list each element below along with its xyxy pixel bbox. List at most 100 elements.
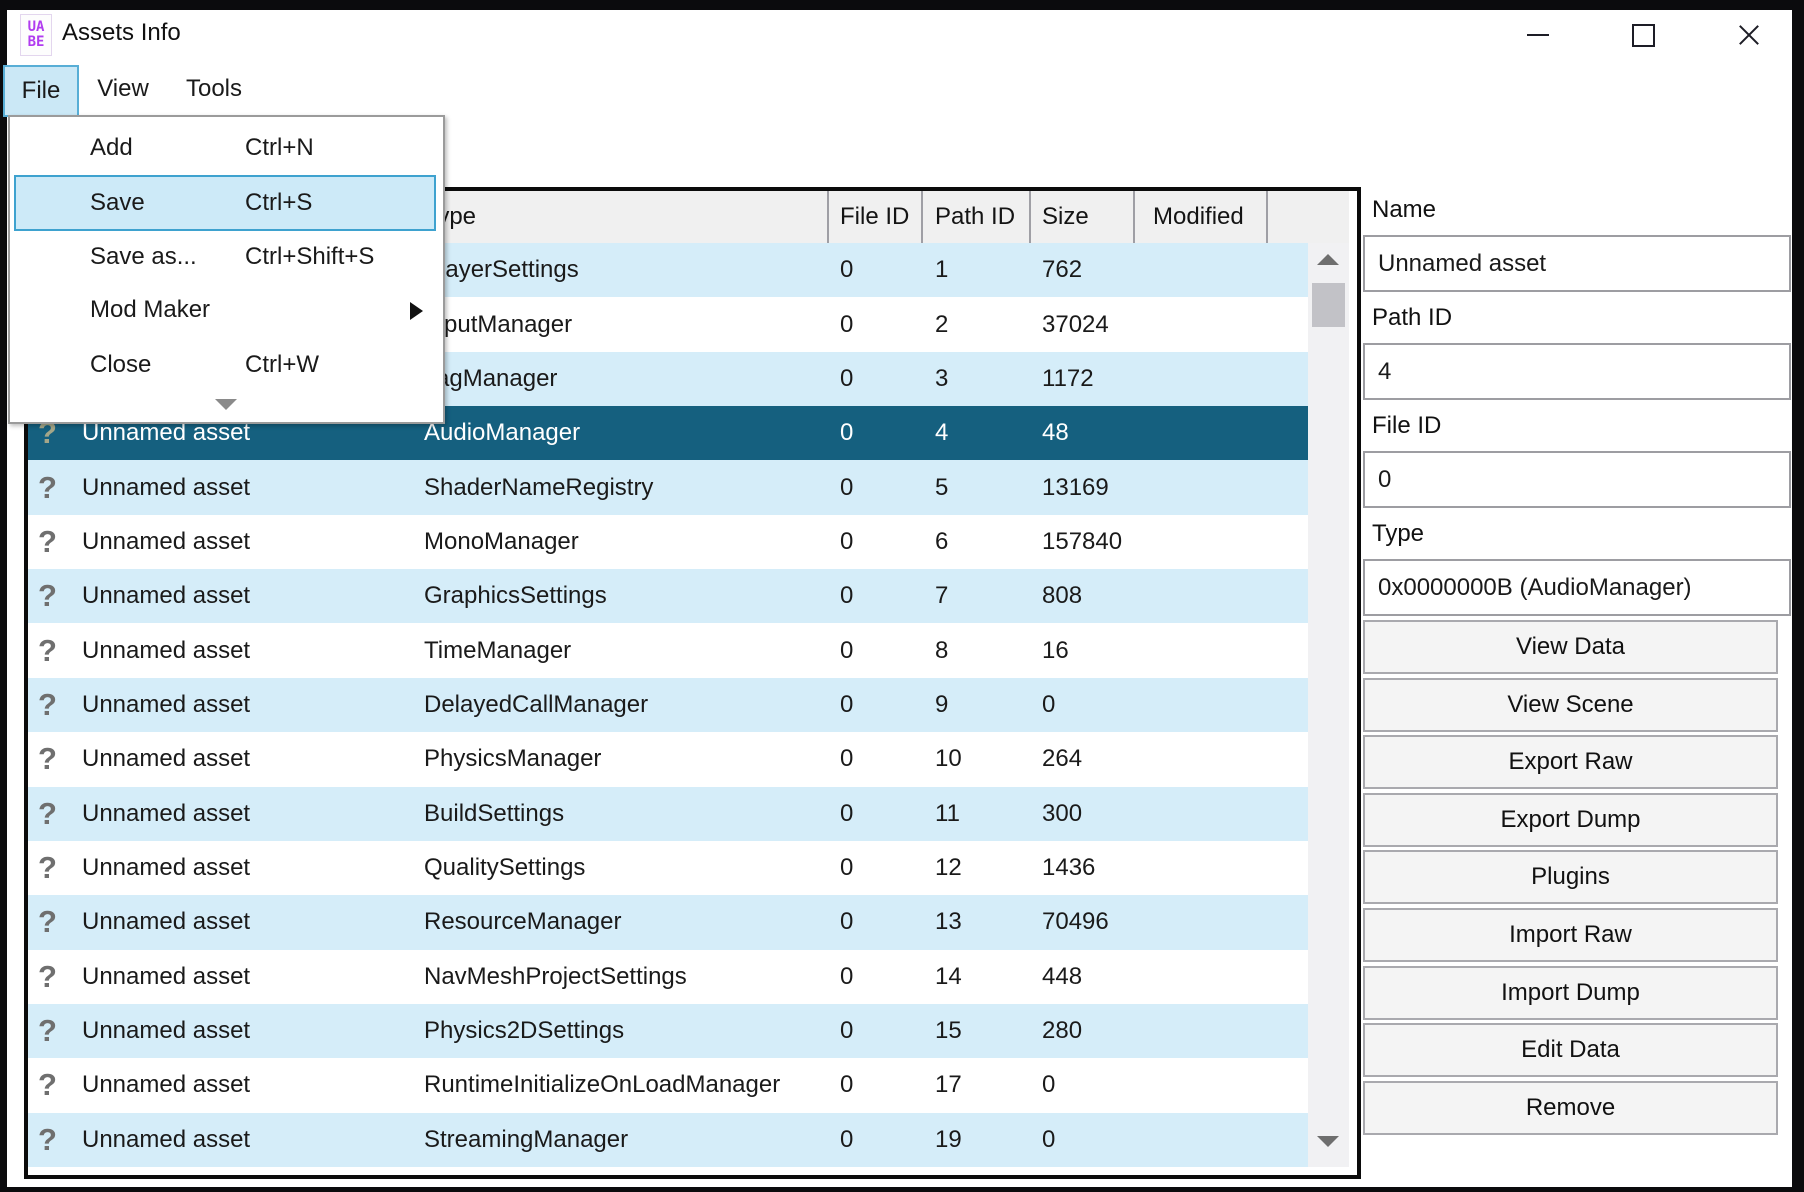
header-path-id[interactable]: Path ID (935, 191, 1015, 243)
table-row[interactable]: ? Unnamed asset BuildSettings 0 11 300 (28, 786, 1308, 841)
header-modified[interactable]: Modified (1153, 191, 1244, 243)
row-name: Unnamed asset (82, 473, 251, 501)
question-mark-icon: ? (38, 741, 57, 777)
titlebar: UA BE Assets Info (7, 10, 1792, 65)
row-type: InputManager (424, 310, 573, 338)
file-menu-item-add[interactable]: Add Ctrl+N (12, 122, 437, 174)
table-row[interactable]: ? Unnamed asset RuntimeInitializeOnLoadM… (28, 1058, 1308, 1113)
row-name: Unnamed asset (82, 690, 251, 718)
row-path-id: 4 (935, 419, 949, 447)
header-size[interactable]: Size (1042, 191, 1089, 243)
name-input[interactable]: Unnamed asset (1363, 235, 1791, 292)
menu-item-label: Save (90, 189, 145, 216)
row-file-id: 0 (840, 364, 854, 392)
row-path-id: 8 (935, 636, 949, 664)
maximize-button[interactable] (1615, 10, 1671, 60)
row-path-id: 19 (935, 1125, 962, 1153)
table-row[interactable]: ? Unnamed asset DelayedCallManager 0 9 0 (28, 677, 1308, 733)
file-id-input[interactable]: 0 (1363, 451, 1791, 508)
type-input[interactable]: 0x0000000B (AudioManager) (1363, 559, 1791, 616)
menu-item-shortcut: Ctrl+S (245, 189, 313, 216)
table-row[interactable]: ? Unnamed asset PhysicsManager 0 10 264 (28, 732, 1308, 787)
row-file-id: 0 (840, 690, 854, 718)
import-raw-button[interactable]: Import Raw (1363, 907, 1778, 962)
row-name: Unnamed asset (82, 799, 251, 827)
table-row[interactable]: ? Unnamed asset NavMeshProjectSettings 0… (28, 949, 1308, 1004)
name-label: Name (1372, 196, 1437, 223)
row-path-id: 6 (935, 527, 949, 555)
export-dump-button[interactable]: Export Dump (1363, 792, 1778, 847)
row-size: 16 (1042, 636, 1069, 664)
menu-item-label: Mod Maker (90, 296, 211, 323)
file-menu-item-save-as[interactable]: Save as... Ctrl+Shift+S (12, 231, 437, 283)
menu-item-shortcut: Ctrl+Shift+S (245, 243, 375, 270)
row-size: 0 (1042, 690, 1056, 718)
row-type: RuntimeInitializeOnLoadManager (424, 1071, 781, 1099)
path-id-value: 4 (1378, 357, 1392, 385)
minimize-button[interactable] (1510, 10, 1566, 60)
close-button[interactable] (1721, 10, 1777, 60)
row-path-id: 7 (935, 582, 949, 610)
row-size: 448 (1042, 962, 1083, 990)
row-file-id: 0 (840, 256, 854, 284)
question-mark-icon: ? (38, 958, 57, 994)
edit-data-button[interactable]: Edit Data (1363, 1023, 1778, 1078)
scroll-up-icon[interactable] (1317, 254, 1339, 265)
row-path-id: 14 (935, 962, 962, 990)
row-file-id: 0 (840, 419, 854, 447)
menu-tools-label: Tools (185, 75, 243, 102)
question-mark-icon: ? (38, 1067, 57, 1103)
menu-item-label: Add (90, 134, 133, 161)
column-separator (827, 191, 829, 243)
file-menu-item-close[interactable]: Close Ctrl+W (12, 339, 437, 391)
file-menu-item-mod-maker[interactable]: Mod Maker (12, 284, 437, 336)
table-row[interactable]: ? Unnamed asset TimeManager 0 8 16 (28, 623, 1308, 678)
menubar: File View Tools (3, 65, 1792, 117)
export-raw-button[interactable]: Export Raw (1363, 735, 1778, 790)
remove-button[interactable]: Remove (1363, 1080, 1778, 1135)
row-path-id: 3 (935, 364, 949, 392)
menu-view[interactable]: View (87, 65, 159, 113)
row-path-id: 17 (935, 1071, 962, 1099)
view-scene-button[interactable]: View Scene (1363, 677, 1778, 732)
row-name: Unnamed asset (82, 582, 251, 610)
table-row[interactable]: ? Unnamed asset QualitySettings 0 12 143… (28, 840, 1308, 896)
file-id-value: 0 (1378, 465, 1392, 493)
path-id-input[interactable]: 4 (1363, 343, 1791, 400)
row-path-id: 5 (935, 473, 949, 501)
row-file-id: 0 (840, 473, 854, 501)
maximize-icon (1631, 23, 1655, 47)
header-file-id[interactable]: File ID (840, 191, 909, 243)
menu-view-label: View (97, 75, 149, 102)
menu-file[interactable]: File (3, 65, 79, 117)
screen: UA BE Assets Info File View Tools Type F… (0, 0, 1804, 1192)
column-separator (921, 191, 923, 243)
assets-info-window: UA BE Assets Info File View Tools Type F… (3, 10, 1792, 1187)
scroll-down-icon[interactable] (1317, 1136, 1339, 1147)
menu-scroll-down-icon[interactable] (215, 399, 237, 410)
table-row[interactable]: ? Unnamed asset MonoManager 0 6 157840 (28, 514, 1308, 570)
row-size: 300 (1042, 799, 1083, 827)
vertical-scrollbar[interactable] (1308, 243, 1349, 1167)
plugins-button[interactable]: Plugins (1363, 850, 1778, 905)
table-row[interactable]: ? Unnamed asset Physics2DSettings 0 15 2… (28, 1003, 1308, 1059)
scrollbar-thumb[interactable] (1312, 283, 1345, 327)
row-size: 762 (1042, 256, 1083, 284)
row-size: 157840 (1042, 527, 1123, 555)
question-mark-icon: ? (38, 632, 57, 668)
row-name: Unnamed asset (82, 854, 251, 882)
row-name: Unnamed asset (82, 636, 251, 664)
file-menu-item-save[interactable]: Save Ctrl+S (14, 175, 436, 231)
import-dump-button[interactable]: Import Dump (1363, 965, 1778, 1020)
table-row[interactable]: ? Unnamed asset ShaderNameRegistry 0 5 1… (28, 460, 1308, 515)
name-value: Unnamed asset (1378, 249, 1547, 277)
menu-tools[interactable]: Tools (171, 65, 257, 113)
table-row[interactable]: ? Unnamed asset GraphicsSettings 0 7 808 (28, 569, 1308, 624)
row-name: Unnamed asset (82, 1071, 251, 1099)
table-row[interactable]: ? Unnamed asset StreamingManager 0 19 0 (28, 1112, 1308, 1167)
row-type: AudioManager (424, 419, 581, 447)
table-row[interactable]: ? Unnamed asset ResourceManager 0 13 704… (28, 895, 1308, 950)
row-size: 70496 (1042, 908, 1109, 936)
row-type: MonoManager (424, 527, 579, 555)
view-data-button[interactable]: View Data (1363, 620, 1778, 674)
